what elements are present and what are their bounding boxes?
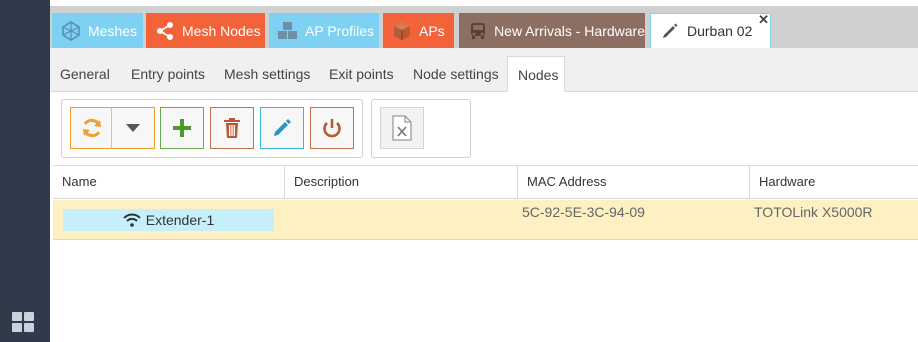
column-header-name[interactable]: Name — [53, 166, 285, 198]
tab-mesh-nodes[interactable]: Mesh Nodes — [146, 13, 265, 48]
node-name-chip: Extender-1 — [63, 209, 274, 231]
csv-export-button[interactable] — [380, 107, 424, 149]
close-tab-icon[interactable]: ✕ — [758, 12, 769, 28]
add-button[interactable] — [160, 107, 204, 149]
tab-meshes[interactable]: Meshes — [52, 13, 143, 48]
tab-label: Durban 02 — [687, 23, 753, 39]
subtab-node-settings[interactable]: Node settings — [403, 56, 509, 92]
reload-options-dropdown[interactable] — [111, 107, 155, 149]
subtab-entry-points[interactable]: Entry points — [121, 56, 215, 92]
tab-new-arrivals-hardware[interactable]: New Arrivals - Hardware — [459, 13, 645, 48]
plus-icon — [173, 119, 191, 137]
export-toolbar — [371, 99, 471, 158]
node-name: Extender-1 — [145, 212, 215, 228]
column-header-description[interactable]: Description — [285, 166, 518, 198]
grid-menu-icon[interactable] — [12, 312, 34, 332]
column-header-mac[interactable]: MAC Address — [518, 166, 750, 198]
left-rail — [0, 0, 50, 342]
cubes-icon — [277, 20, 299, 42]
power-button[interactable] — [310, 107, 354, 149]
subtab-nodes[interactable]: Nodes — [507, 56, 565, 92]
trash-icon — [224, 118, 240, 138]
node-hardware: TOTOLink X5000R — [754, 204, 873, 220]
share-nodes-icon — [154, 20, 176, 42]
tab-ap-profiles[interactable]: AP Profiles — [269, 13, 379, 48]
pencil-icon — [274, 119, 291, 136]
tab-label: Mesh Nodes — [182, 22, 261, 39]
caret-down-icon — [126, 124, 140, 132]
primary-tab-strip: Meshes Mesh Nodes AP Profiles APs New Ar… — [50, 6, 918, 48]
tab-label: New Arrivals - Hardware — [494, 22, 645, 39]
action-toolbar — [61, 99, 363, 158]
node-mac-address: 5C-92-5E-3C-94-09 — [522, 204, 645, 220]
reload-button[interactable] — [70, 107, 114, 149]
bus-icon — [467, 20, 488, 42]
cube-icon — [391, 20, 413, 42]
table-row[interactable]: Extender-1 5C-92-5E-3C-94-09 TOTOLink X5… — [53, 200, 918, 240]
sub-tab-bar: General Entry points Mesh settings Exit … — [50, 48, 918, 92]
subtab-general[interactable]: General — [50, 56, 120, 92]
tab-aps[interactable]: APs — [383, 13, 454, 48]
power-icon — [323, 119, 341, 138]
subtab-exit-points[interactable]: Exit points — [319, 56, 404, 92]
subtab-mesh-settings[interactable]: Mesh settings — [214, 56, 320, 92]
tab-label: Meshes — [88, 22, 138, 39]
refresh-icon — [83, 118, 101, 138]
excel-file-icon — [392, 115, 412, 141]
pencil-icon — [659, 20, 681, 42]
edit-button[interactable] — [260, 107, 304, 149]
tab-label: AP Profiles — [305, 22, 374, 39]
column-header-hardware[interactable]: Hardware — [750, 166, 918, 198]
tab-durban-02[interactable]: Durban 02 ✕ — [650, 12, 771, 48]
wifi-icon — [123, 213, 141, 227]
grid-header: Name Description MAC Address Hardware — [53, 165, 918, 199]
delete-button[interactable] — [210, 107, 254, 149]
tab-label: APs — [419, 22, 445, 39]
mesh-icon — [60, 20, 82, 42]
